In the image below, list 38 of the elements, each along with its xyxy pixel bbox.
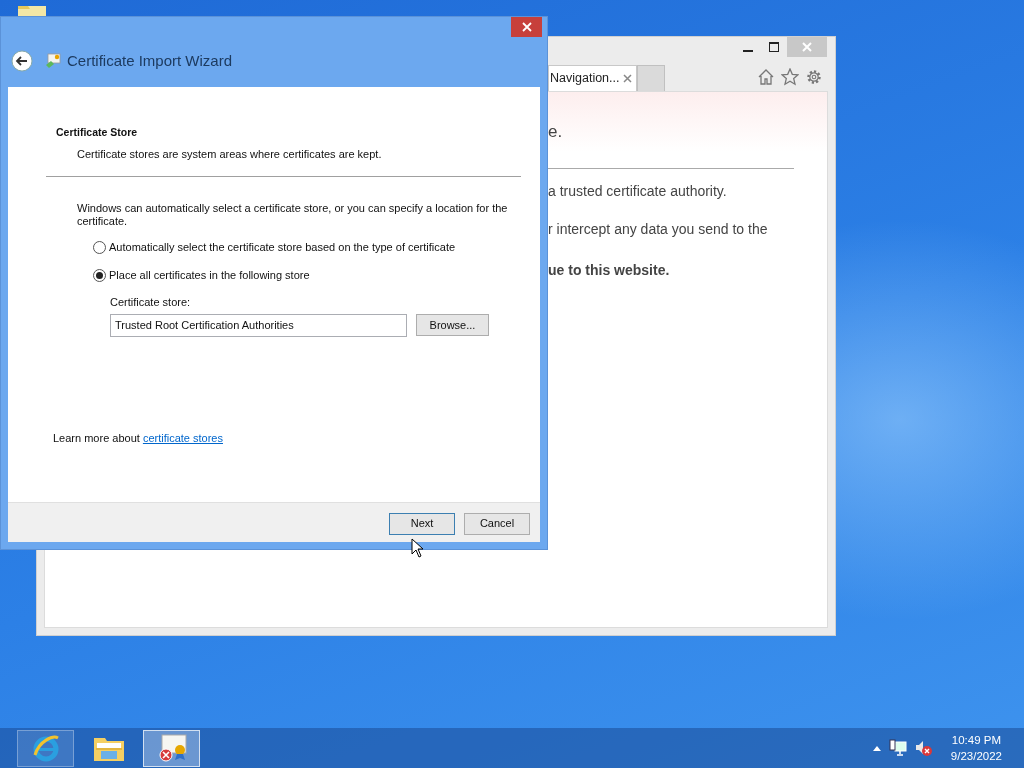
close-button[interactable] xyxy=(511,17,542,37)
section-heading: Certificate Store xyxy=(56,125,139,140)
clock[interactable]: 10:49 PM 9/23/2022 xyxy=(950,732,1002,764)
cancel-button[interactable]: Cancel xyxy=(464,512,530,535)
learn-more-text: Learn more about certificate stores xyxy=(53,430,224,446)
store-field[interactable]: Trusted Root Certification Authorities xyxy=(110,313,407,337)
close-icon xyxy=(521,22,532,32)
taskbar-button[interactable] xyxy=(143,729,200,767)
back-icon[interactable] xyxy=(11,50,33,72)
page-heading: e. xyxy=(548,122,564,142)
browse-button[interactable]: Browse... xyxy=(416,314,489,337)
close-icon xyxy=(802,42,812,52)
star-icon[interactable] xyxy=(781,68,799,86)
home-icon[interactable] xyxy=(757,68,775,86)
cursor-icon xyxy=(411,538,424,558)
taskbar-button[interactable] xyxy=(17,729,74,767)
network-icon[interactable] xyxy=(888,739,907,757)
section-description: Certificate stores are system areas where certificates are kept. xyxy=(76,146,383,162)
radio-label[interactable]: Automatically select the certificate store based on the type of certificate xyxy=(109,239,456,256)
caret-icon[interactable] xyxy=(872,745,881,751)
certificate-icon xyxy=(45,53,61,69)
radio-button[interactable] xyxy=(93,241,106,254)
instruction-text: Windows can automatically select a certificate store, or you can specify a location for the certificate. xyxy=(76,202,509,229)
settings-icon[interactable] xyxy=(805,68,823,86)
tab[interactable]: Navigation... xyxy=(548,65,638,91)
muted-speaker-icon[interactable] xyxy=(914,739,933,757)
page-text: ue to this website. xyxy=(548,261,671,280)
field-label: Certificate store: xyxy=(110,295,192,311)
next-button[interactable]: Next xyxy=(389,512,455,535)
page-text: a trusted certificate authority. xyxy=(548,182,728,200)
maximize-icon xyxy=(769,42,779,52)
radio-label[interactable]: Place all certificates in the following store xyxy=(109,266,310,284)
radio-button[interactable] xyxy=(93,268,106,282)
close-icon[interactable] xyxy=(623,74,633,83)
window-title: Certificate Import Wizard xyxy=(67,50,233,71)
page-text: r intercept any data you send to the xyxy=(548,220,769,238)
minimize-icon xyxy=(743,49,753,52)
link[interactable]: certificate stores xyxy=(142,431,223,444)
